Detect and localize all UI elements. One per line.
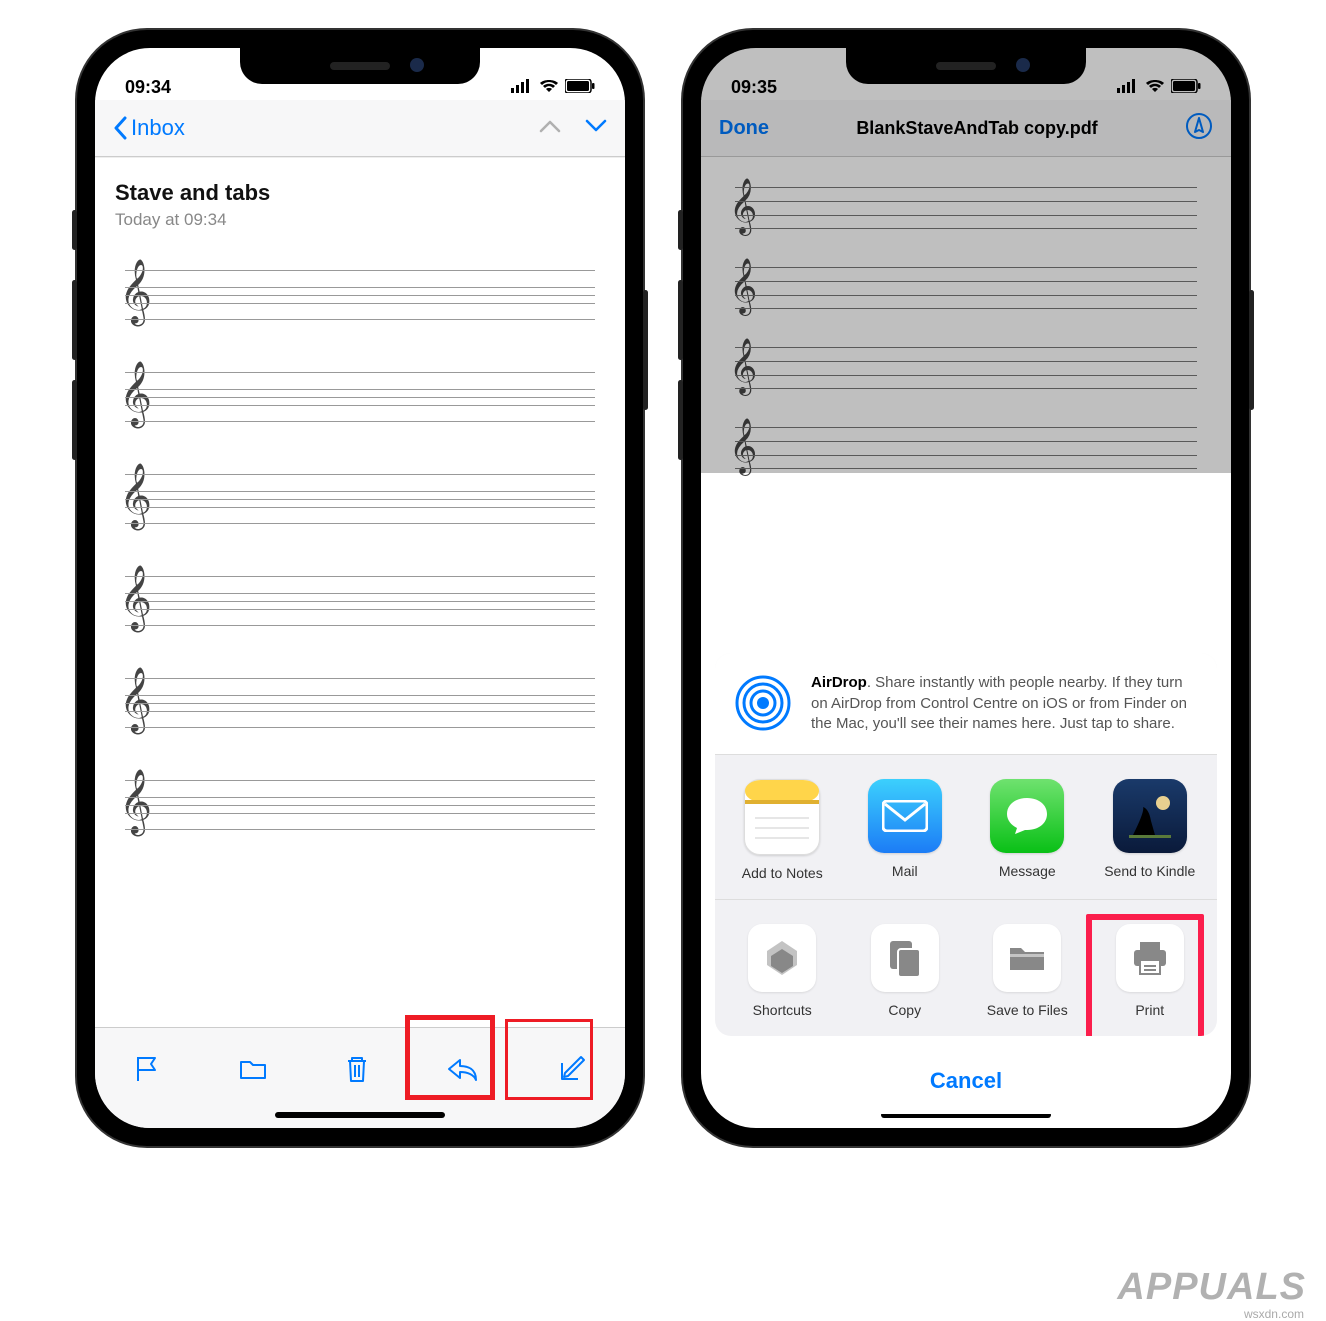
email-subject: Stave and tabs xyxy=(115,180,605,206)
airdrop-icon xyxy=(733,673,793,733)
status-time: 09:34 xyxy=(125,77,171,98)
message-icon xyxy=(990,779,1064,853)
share-add-to-notes[interactable]: Add to Notes xyxy=(732,779,832,881)
app-label: Message xyxy=(977,863,1077,879)
screen-mail: 09:34 Inbox Stave and tabs xyxy=(95,48,625,1128)
signal-icon xyxy=(511,77,533,98)
home-indicator[interactable] xyxy=(275,1112,445,1118)
kindle-icon xyxy=(1113,779,1187,853)
action-print[interactable]: Print xyxy=(1100,924,1200,1018)
notch xyxy=(846,48,1086,84)
email-date: Today at 09:34 xyxy=(115,210,605,230)
modal-dim[interactable] xyxy=(701,48,1231,473)
move-button[interactable] xyxy=(238,1056,268,1087)
wifi-icon xyxy=(539,77,559,98)
app-label: Mail xyxy=(855,863,955,879)
phone-left: 09:34 Inbox Stave and tabs xyxy=(77,30,643,1146)
action-copy[interactable]: Copy xyxy=(855,924,955,1018)
screen-share: 09:35 Done BlankStaveAndTab copy.pdf 𝄞 𝄞 xyxy=(701,48,1231,1128)
shortcuts-icon xyxy=(748,924,816,992)
copy-icon xyxy=(871,924,939,992)
mail-nav-bar: Inbox xyxy=(95,100,625,157)
mail-icon xyxy=(868,779,942,853)
airdrop-description: AirDrop. Share instantly with people nea… xyxy=(811,673,1199,734)
back-button[interactable]: Inbox xyxy=(113,115,185,141)
share-send-to-kindle[interactable]: Send to Kindle xyxy=(1100,779,1200,881)
action-shortcuts[interactable]: Shortcuts xyxy=(732,924,832,1018)
airdrop-section[interactable]: AirDrop. Share instantly with people nea… xyxy=(715,653,1217,755)
email-body: 𝄞 𝄞 𝄞 𝄞 𝄞 𝄞 xyxy=(95,230,625,840)
share-sheet: AirDrop. Share instantly with people nea… xyxy=(715,653,1217,1114)
share-message[interactable]: Message xyxy=(977,779,1077,881)
next-message-button[interactable] xyxy=(585,119,607,138)
share-apps-row[interactable]: Add to Notes Mail Message xyxy=(715,755,1217,900)
action-label: Shortcuts xyxy=(732,1002,832,1018)
highlight-reply xyxy=(405,1015,495,1100)
watermark-site: wsxdn.com xyxy=(1244,1307,1304,1321)
prev-message-button[interactable] xyxy=(539,119,561,138)
watermark-brand: APPUALS xyxy=(1117,1266,1306,1309)
delete-button[interactable] xyxy=(344,1054,370,1089)
notes-icon xyxy=(744,779,820,855)
app-label: Add to Notes xyxy=(732,865,832,881)
chevron-left-icon xyxy=(113,116,127,140)
action-label: Copy xyxy=(855,1002,955,1018)
notch xyxy=(240,48,480,84)
phone-right: 09:35 Done BlankStaveAndTab copy.pdf 𝄞 𝄞 xyxy=(683,30,1249,1146)
flag-button[interactable] xyxy=(133,1054,161,1089)
cancel-button[interactable]: Cancel xyxy=(715,1048,1217,1114)
back-label: Inbox xyxy=(131,115,185,141)
share-mail[interactable]: Mail xyxy=(855,779,955,881)
battery-icon xyxy=(565,77,595,98)
app-label: Send to Kindle xyxy=(1100,863,1200,880)
action-label: Save to Files xyxy=(977,1002,1077,1018)
folder-icon xyxy=(993,924,1061,992)
highlight-print xyxy=(1086,914,1204,1036)
share-actions-row[interactable]: Shortcuts Copy Save to Fil xyxy=(715,900,1217,1036)
highlight-compose xyxy=(505,1019,593,1100)
action-save-to-files[interactable]: Save to Files xyxy=(977,924,1077,1018)
